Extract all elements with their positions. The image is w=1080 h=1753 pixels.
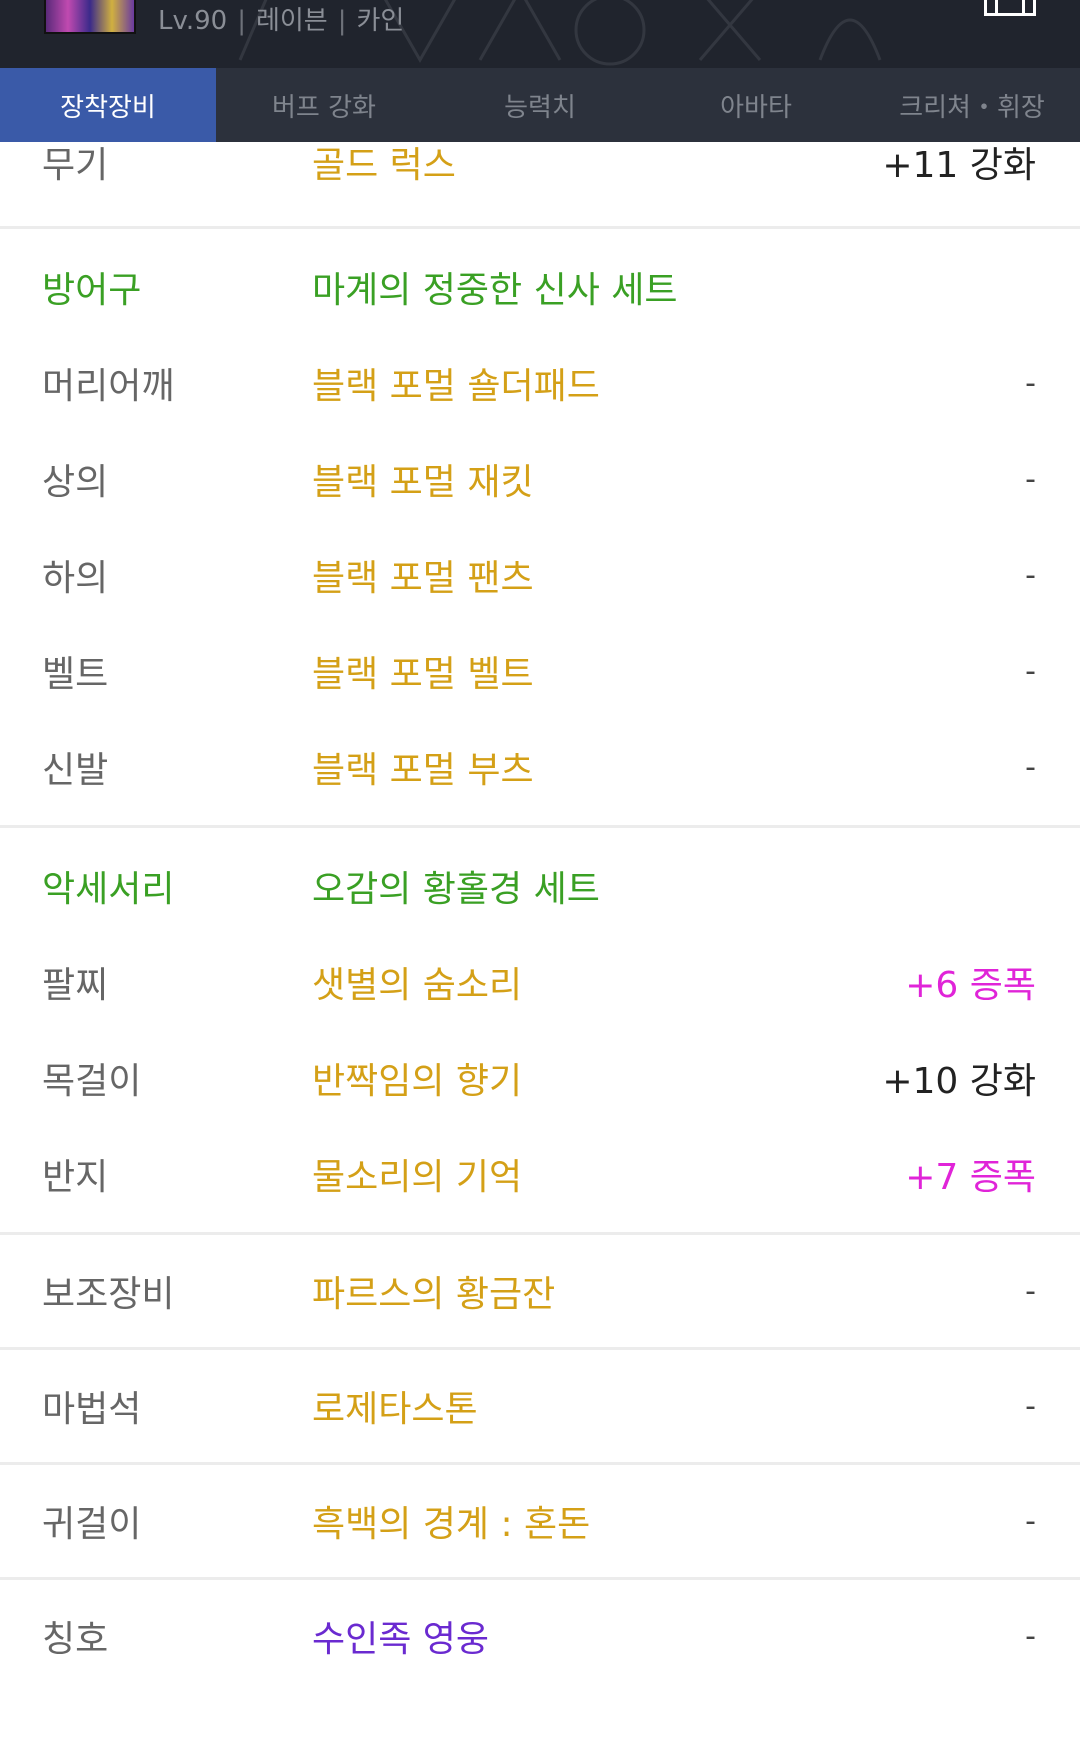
item-name: 블랙 포멀 부츠 <box>312 750 534 791</box>
item-value: - <box>1025 365 1036 401</box>
character-job: 레이븐 <box>255 6 328 36</box>
equipment-row[interactable]: 머리어깨 블랙 포멀 숄더패드 - <box>0 335 1080 431</box>
item-name: 로제타스톤 <box>312 1389 478 1430</box>
category-label: 마법석 <box>42 1389 142 1430</box>
category-label: 반지 <box>42 1157 109 1198</box>
tab-avatar[interactable]: 아바타 <box>648 68 864 142</box>
item-value: - <box>1025 1503 1036 1539</box>
equipment-row[interactable]: 벨트 블랙 포멀 벨트 - <box>0 623 1080 719</box>
item-value: - <box>1025 1388 1036 1424</box>
item-value: +10 강화 <box>882 1061 1036 1102</box>
category-label: 칭호 <box>42 1619 109 1660</box>
category-label: 상의 <box>42 462 109 503</box>
equipment-row[interactable]: 목걸이 반짝임의 향기 +10 강화 <box>0 1030 1080 1126</box>
equipment-row[interactable]: 상의 블랙 포멀 재킷 - <box>0 431 1080 527</box>
equipment-row[interactable]: 귀걸이 흑백의 경계 : 혼돈 - <box>0 1473 1080 1569</box>
category-label: 무기 <box>42 145 109 186</box>
category-label: 신발 <box>42 750 109 791</box>
equipment-row[interactable]: 보조장비 파르스의 황금잔 - <box>0 1243 1080 1339</box>
item-name: 골드 럭스 <box>312 145 456 186</box>
character-avatar <box>44 0 136 34</box>
item-name: 샛별의 숨소리 <box>312 965 523 1006</box>
item-name: 블랙 포멀 벨트 <box>312 654 534 695</box>
character-header: Lv.90 | 레이븐 | 카인 <box>0 0 1080 68</box>
item-value: +7 증폭 <box>905 1157 1036 1198</box>
category-label: 보조장비 <box>42 1274 175 1315</box>
tab-buff[interactable]: 버프 강화 <box>216 68 432 142</box>
tab-equipment[interactable]: 장착장비 <box>0 68 216 142</box>
equipment-row[interactable]: 하의 블랙 포멀 팬츠 - <box>0 527 1080 623</box>
equipment-row[interactable]: 신발 블랙 포멀 부츠 - <box>0 719 1080 815</box>
set-category: 방어구 <box>42 270 142 311</box>
item-name: 블랙 포멀 재킷 <box>312 462 534 503</box>
character-server: 카인 <box>356 6 405 36</box>
tab-stats[interactable]: 능력치 <box>432 68 648 142</box>
weapon-section: 무기 골드 럭스 +11 강화 <box>0 142 1080 229</box>
item-value: - <box>1025 1273 1036 1309</box>
item-value: +11 강화 <box>882 145 1036 186</box>
item-name: 물소리의 기억 <box>312 1157 523 1198</box>
item-value: - <box>1025 461 1036 497</box>
category-label: 머리어깨 <box>42 366 175 407</box>
equipment-row[interactable]: 마법석 로제타스톤 - <box>0 1358 1080 1454</box>
item-name: 블랙 포멀 숄더패드 <box>312 366 600 407</box>
item-name: 반짝임의 향기 <box>312 1061 523 1102</box>
sub-section: 보조장비 파르스의 황금잔 - <box>0 1235 1080 1350</box>
equipment-row[interactable]: 팔찌 샛별의 숨소리 +6 증폭 <box>0 934 1080 1030</box>
category-label: 벨트 <box>42 654 109 695</box>
earring-section: 귀걸이 흑백의 경계 : 혼돈 - <box>0 1465 1080 1580</box>
category-label: 팔찌 <box>42 965 109 1006</box>
item-name: 파르스의 황금잔 <box>312 1274 556 1315</box>
tab-bar: 장착장비 버프 강화 능력치 아바타 크리쳐・휘장 <box>0 68 1080 142</box>
set-name: 오감의 황홀경 세트 <box>312 869 600 910</box>
item-value: - <box>1025 749 1036 785</box>
equipment-row[interactable]: 반지 물소리의 기억 +7 증폭 <box>0 1126 1080 1222</box>
title-section: 칭호 수인족 영웅 - <box>0 1580 1080 1692</box>
armor-set-row: 방어구 마계의 정중한 신사 세트 <box>0 239 1080 335</box>
set-category: 악세서리 <box>42 869 175 910</box>
separator: | <box>337 6 347 36</box>
character-level: Lv.90 <box>158 6 228 36</box>
separator: | <box>237 6 246 36</box>
accessory-section: 악세서리 오감의 황홀경 세트 팔찌 샛별의 숨소리 +6 증폭 목걸이 반짝임… <box>0 828 1080 1235</box>
category-label: 하의 <box>42 558 109 599</box>
item-value: - <box>1025 1618 1036 1654</box>
item-value: - <box>1025 653 1036 689</box>
item-name: 블랙 포멀 팬츠 <box>312 558 534 599</box>
armor-section: 방어구 마계의 정중한 신사 세트 머리어깨 블랙 포멀 숄더패드 - 상의 블… <box>0 229 1080 828</box>
item-name: 수인족 영웅 <box>312 1619 490 1660</box>
accessory-set-row: 악세서리 오감의 황홀경 세트 <box>0 838 1080 934</box>
tab-creature[interactable]: 크리쳐・휘장 <box>864 68 1080 142</box>
magicstone-section: 마법석 로제타스톤 - <box>0 1350 1080 1465</box>
weapon-row[interactable]: 무기 골드 럭스 +11 강화 <box>0 142 1080 226</box>
menu-icon[interactable] <box>984 0 1036 16</box>
category-label: 목걸이 <box>42 1061 142 1102</box>
category-label: 귀걸이 <box>42 1504 142 1545</box>
set-name: 마계의 정중한 신사 세트 <box>312 270 678 311</box>
item-value: - <box>1025 557 1036 593</box>
equipment-row[interactable]: 칭호 수인족 영웅 - <box>0 1588 1080 1684</box>
item-name: 흑백의 경계 : 혼돈 <box>312 1504 591 1545</box>
item-value: +6 증폭 <box>905 965 1036 1006</box>
character-info: Lv.90 | 레이븐 | 카인 <box>158 0 404 37</box>
